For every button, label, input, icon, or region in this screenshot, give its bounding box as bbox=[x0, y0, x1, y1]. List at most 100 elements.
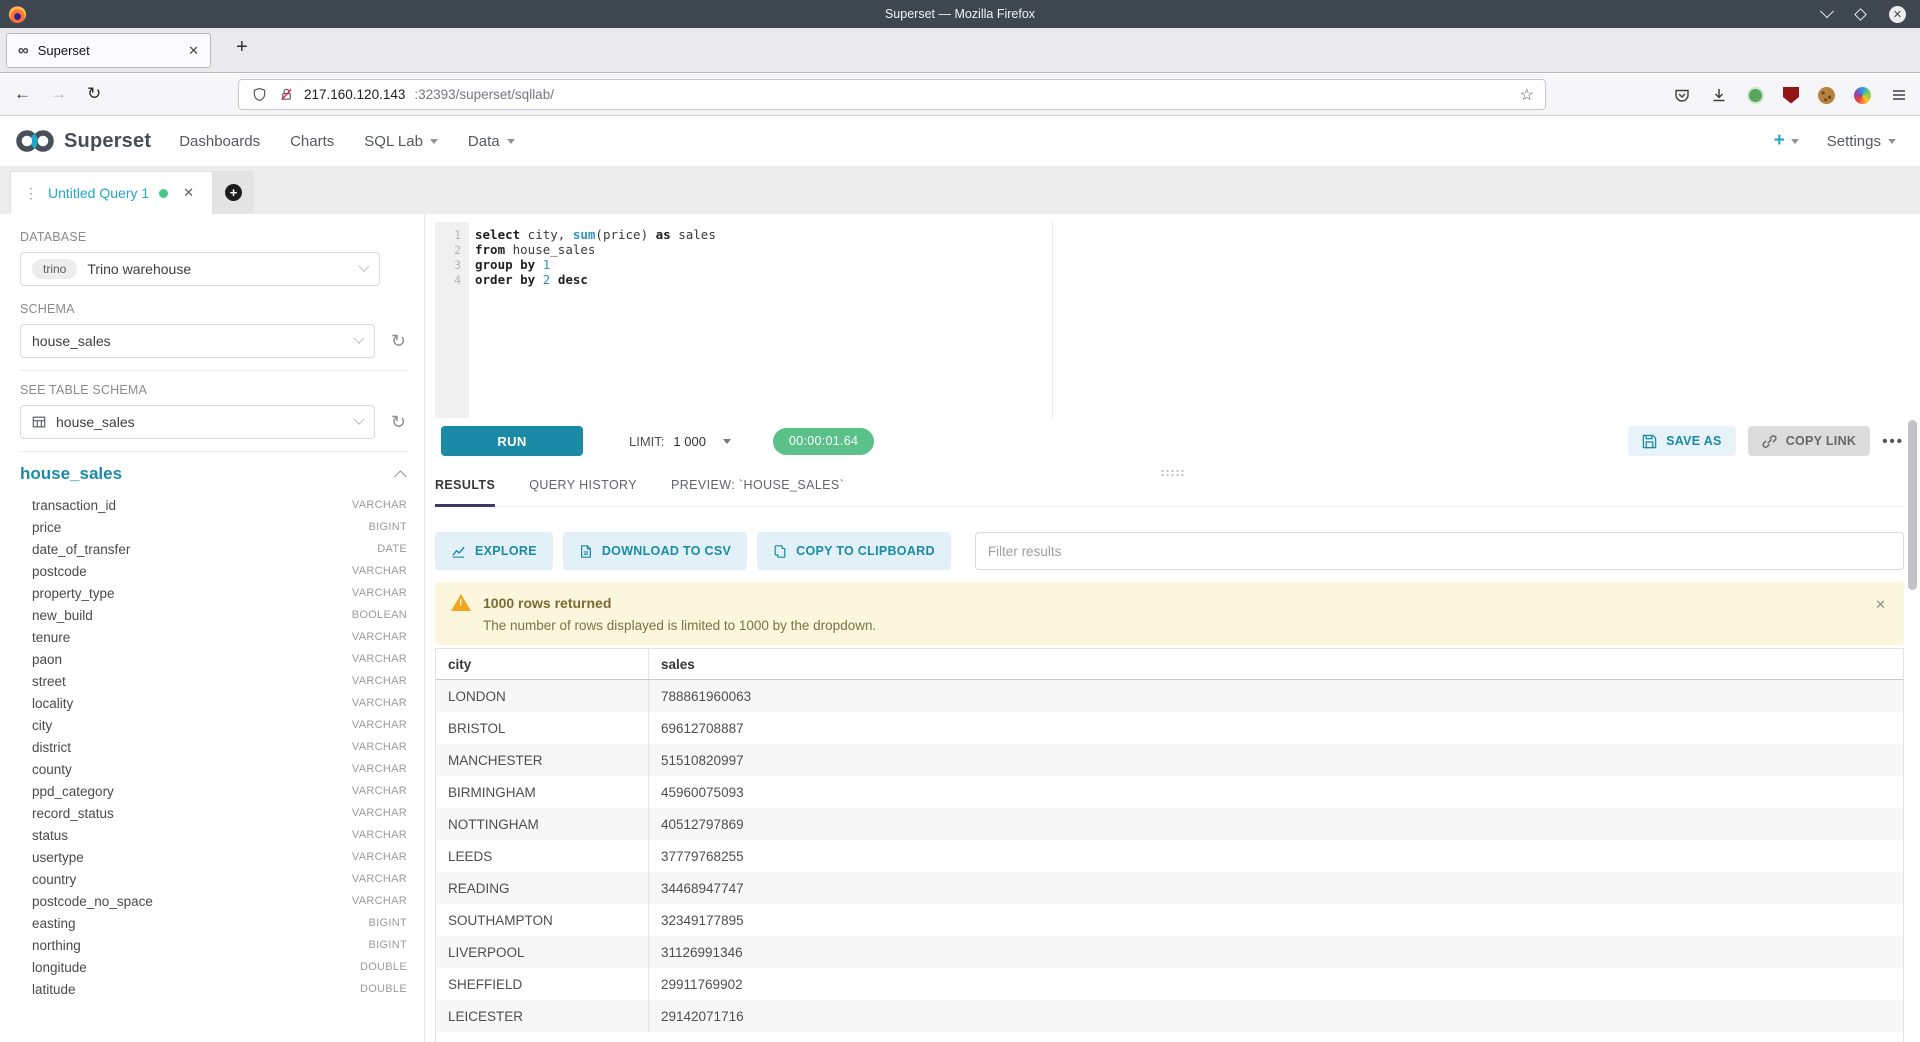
caret-down-icon bbox=[430, 139, 438, 144]
column-type: VARCHAR bbox=[352, 565, 407, 577]
reload-button[interactable]: ↻ bbox=[87, 84, 101, 104]
table-column-row[interactable]: cityVARCHAR bbox=[20, 714, 407, 736]
table-column-row[interactable]: tenureVARCHAR bbox=[20, 626, 407, 648]
add-new-button[interactable]: + bbox=[1774, 130, 1799, 152]
browser-tab-superset[interactable]: Superset bbox=[6, 33, 211, 68]
button-explore[interactable]: EXPLORE bbox=[435, 532, 553, 570]
table-column-row[interactable]: paonVARCHAR bbox=[20, 648, 407, 670]
table-column-row[interactable]: new_buildBOOLEAN bbox=[20, 604, 407, 626]
settings-menu[interactable]: Settings bbox=[1827, 133, 1896, 150]
results-tab-query-history[interactable]: QUERY HISTORY bbox=[529, 478, 637, 506]
column-name: longitude bbox=[20, 960, 87, 975]
column-name: northing bbox=[20, 938, 81, 953]
table-column-row[interactable]: statusVARCHAR bbox=[20, 824, 407, 846]
table-select[interactable]: house_sales bbox=[20, 405, 375, 439]
shield-icon[interactable] bbox=[250, 86, 268, 104]
column-header-city[interactable]: city bbox=[436, 649, 649, 679]
nav-item-data[interactable]: Data bbox=[468, 133, 515, 150]
table-column-row[interactable]: transaction_idVARCHAR bbox=[20, 494, 407, 516]
results-tab-bar: RESULTS QUERY HISTORY PREVIEW: `HOUSE_SALE… bbox=[435, 478, 1904, 507]
table-column-row[interactable]: longitudeDOUBLE bbox=[20, 956, 407, 978]
chevron-down-icon bbox=[353, 414, 364, 425]
run-button[interactable]: RUN bbox=[441, 426, 583, 456]
table-column-row[interactable]: districtVARCHAR bbox=[20, 736, 407, 758]
save-as-button[interactable]: SAVE AS bbox=[1628, 426, 1736, 456]
table-column-row[interactable]: latitudeDOUBLE bbox=[20, 978, 407, 1000]
scrollbar-thumb[interactable] bbox=[1908, 420, 1917, 590]
table-column-row[interactable]: date_of_transferDATE bbox=[20, 538, 407, 560]
results-tab-results[interactable]: RESULTS bbox=[435, 478, 495, 506]
table-column-row[interactable]: record_statusVARCHAR bbox=[20, 802, 407, 824]
table-column-row[interactable]: countyVARCHAR bbox=[20, 758, 407, 780]
save-as-label: SAVE AS bbox=[1666, 434, 1722, 448]
column-type: VARCHAR bbox=[352, 697, 407, 709]
alert-close-icon[interactable] bbox=[1875, 597, 1886, 613]
table-row: MANCHESTER51510820997 bbox=[436, 744, 1903, 776]
table-column-row[interactable]: ppd_categoryVARCHAR bbox=[20, 780, 407, 802]
add-query-tab[interactable] bbox=[213, 171, 254, 214]
window-close-icon[interactable] bbox=[1889, 6, 1906, 23]
table-column-row[interactable]: eastingBIGINT bbox=[20, 912, 407, 934]
schema-select[interactable]: house_sales bbox=[20, 324, 375, 358]
ublock-icon[interactable] bbox=[1783, 87, 1799, 104]
code-line: 3group by 1 bbox=[435, 257, 1920, 272]
drag-handle-icon[interactable] bbox=[24, 185, 38, 202]
menu-hamburger-icon[interactable] bbox=[1890, 86, 1908, 104]
table-column-row[interactable]: property_typeVARCHAR bbox=[20, 582, 407, 604]
button-copy-to-clipboard[interactable]: COPY TO CLIPBOARD bbox=[757, 532, 951, 570]
column-name: postcode bbox=[20, 564, 87, 579]
column-name: street bbox=[20, 674, 66, 689]
refresh-schema-icon[interactable] bbox=[391, 332, 406, 350]
copy-link-button[interactable]: COPY LINK bbox=[1748, 426, 1871, 456]
back-button[interactable]: ← bbox=[14, 84, 31, 104]
limit-dropdown[interactable]: LIMIT: 1 000 bbox=[629, 434, 731, 449]
window-maximize-icon[interactable] bbox=[1854, 8, 1867, 21]
nav-item-dashboards[interactable]: Dashboards bbox=[179, 133, 260, 150]
refresh-table-icon[interactable] bbox=[391, 413, 406, 431]
url-bar[interactable]: 217.160.120.143:32393/superset/sqllab/ ☆ bbox=[238, 79, 1546, 110]
table-column-row[interactable]: usertypeVARCHAR bbox=[20, 846, 407, 868]
divider bbox=[20, 370, 407, 371]
bookmark-star-icon[interactable]: ☆ bbox=[1520, 85, 1534, 105]
forward-button[interactable]: → bbox=[50, 84, 67, 104]
filter-results-input[interactable] bbox=[975, 532, 1904, 570]
tab-close-icon[interactable] bbox=[188, 43, 199, 59]
more-options-button[interactable]: ••• bbox=[1882, 433, 1904, 450]
window-minimize-icon[interactable] bbox=[1820, 4, 1834, 18]
table-column-row[interactable]: streetVARCHAR bbox=[20, 670, 407, 692]
table-column-row[interactable]: priceBIGINT bbox=[20, 516, 407, 538]
table-column-row[interactable]: countryVARCHAR bbox=[20, 868, 407, 890]
query-tab-bar: Untitled Query 1 bbox=[0, 166, 1920, 214]
query-tab[interactable]: Untitled Query 1 bbox=[10, 171, 213, 214]
cookie-extension-icon[interactable] bbox=[1818, 87, 1835, 104]
table-column-row[interactable]: localityVARCHAR bbox=[20, 692, 407, 714]
cell-sales: 29911769902 bbox=[649, 968, 743, 1000]
nav-item-charts[interactable]: Charts bbox=[290, 133, 334, 150]
query-tab-close-icon[interactable] bbox=[183, 185, 194, 201]
button-download-to-csv[interactable]: DOWNLOAD TO CSV bbox=[563, 532, 747, 570]
pocket-icon[interactable] bbox=[1673, 86, 1691, 104]
sql-editor[interactable]: 1select city, sum(price) as sales2from h… bbox=[435, 222, 1920, 418]
elapsed-time-badge: 00:00:01.64 bbox=[773, 428, 874, 455]
column-type: VARCHAR bbox=[352, 829, 407, 841]
superset-logo[interactable]: Superset bbox=[14, 127, 151, 155]
table-column-row[interactable]: northingBIGINT bbox=[20, 934, 407, 956]
new-tab-button[interactable] bbox=[236, 36, 248, 59]
table-row: LEEDS37779768255 bbox=[436, 840, 1903, 872]
cell-sales: 788861960063 bbox=[649, 680, 751, 712]
database-select[interactable]: trino Trino warehouse bbox=[20, 252, 380, 286]
downloads-icon[interactable] bbox=[1710, 86, 1728, 104]
nav-item-sql-lab[interactable]: SQL Lab bbox=[364, 133, 438, 150]
extension-green-icon[interactable] bbox=[1747, 87, 1764, 104]
url-host: 217.160.120.143 bbox=[304, 87, 405, 102]
insecure-lock-icon[interactable] bbox=[277, 86, 295, 104]
table-column-row[interactable]: postcode_no_spaceVARCHAR bbox=[20, 890, 407, 912]
multicolor-extension-icon[interactable] bbox=[1854, 87, 1871, 104]
column-header-sales[interactable]: sales bbox=[649, 649, 695, 679]
tab-label: QUERY HISTORY bbox=[529, 478, 637, 492]
results-tab-preview-house-sales[interactable]: PREVIEW: `HOUSE_SALES` bbox=[671, 478, 844, 506]
collapse-chevron-up-icon[interactable] bbox=[394, 470, 407, 483]
browser-toolbar: ← → ↻ 217.160.120.143:32393/superset/sql… bbox=[0, 74, 1920, 116]
code-text: select city, sum(price) as sales bbox=[461, 227, 716, 242]
table-column-row[interactable]: postcode VARCHAR bbox=[20, 560, 407, 582]
